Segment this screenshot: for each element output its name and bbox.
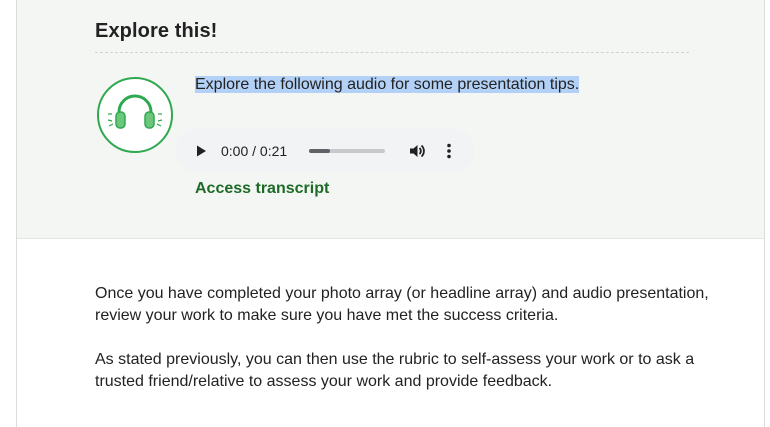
- access-transcript-link[interactable]: Access transcript: [195, 180, 329, 198]
- audio-player: 0:00 / 0:21: [175, 129, 475, 173]
- play-icon[interactable]: [193, 143, 209, 159]
- seek-bar[interactable]: [309, 149, 385, 153]
- body-paragraph-1: Once you have completed your photo array…: [95, 285, 709, 324]
- content-frame: Explore this! Explore the following audi…: [16, 0, 765, 427]
- intro-text-selection: Explore the following audio for some pre…: [195, 76, 580, 93]
- explore-panel: Explore this! Explore the following audi…: [17, 0, 764, 239]
- title-divider: [95, 52, 689, 53]
- headphones-icon: [96, 76, 174, 154]
- intro-text: Explore the following audio for some pre…: [195, 75, 580, 95]
- more-options-icon[interactable]: [439, 141, 459, 161]
- body-paragraph-2: As stated previously, you can then use t…: [95, 351, 695, 390]
- explore-title: Explore this!: [95, 20, 218, 42]
- playback-time: 0:00 / 0:21: [221, 143, 288, 159]
- volume-icon[interactable]: [407, 141, 427, 161]
- seek-progress: [309, 149, 331, 153]
